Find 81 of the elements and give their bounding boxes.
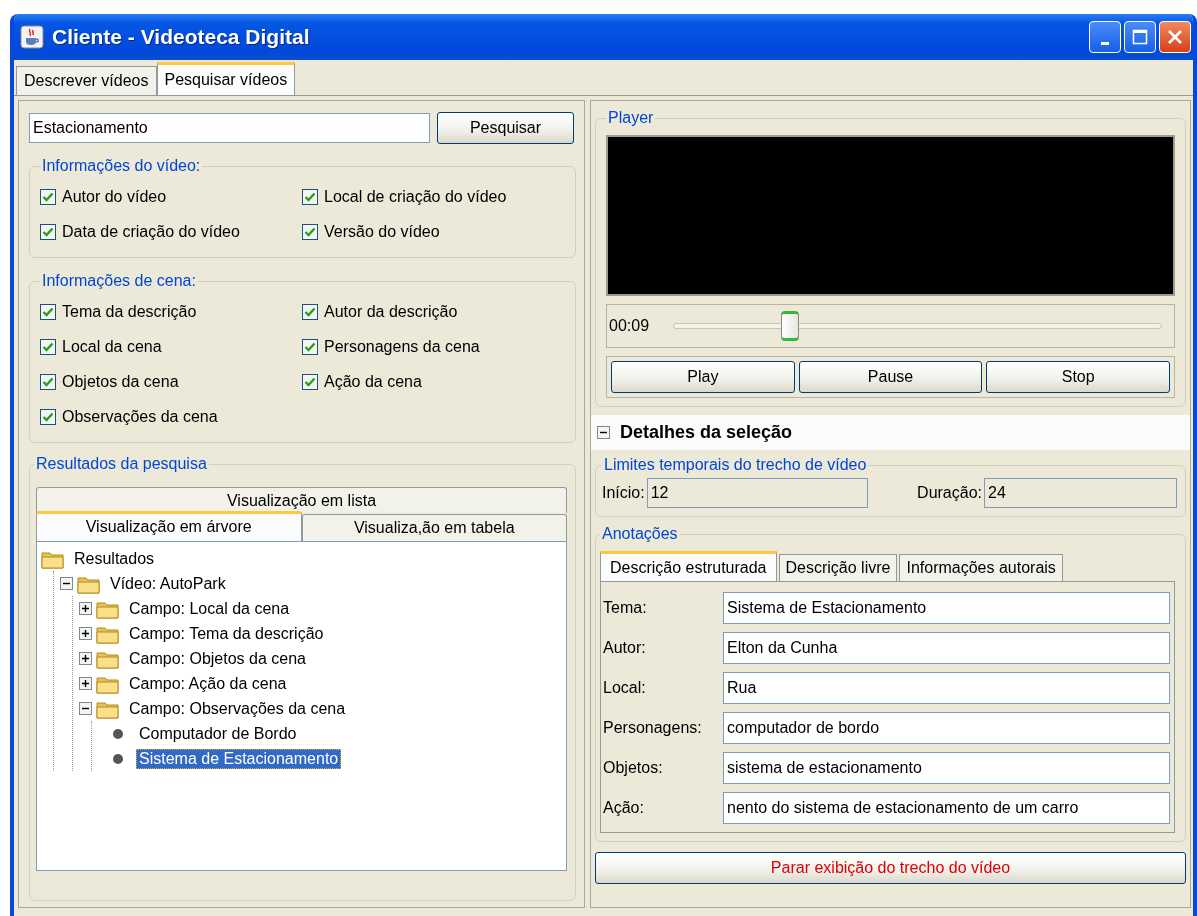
checkbox[interactable] (302, 188, 318, 205)
input-field[interactable]: sistema de estacionamento (723, 752, 1170, 784)
input-field[interactable]: computador de bordo (723, 712, 1170, 744)
checkbox-label: Observações da cena (62, 407, 218, 426)
checkbox-label: Ação da cena (324, 372, 422, 391)
checkbox-label: Autor do vídeo (62, 187, 167, 206)
tab[interactable]: Informações autorais (899, 554, 1063, 581)
search-button[interactable]: Pesquisar (437, 112, 574, 144)
group-title: Informações do vídeo: (41, 157, 202, 175)
bullet-icon (112, 752, 124, 765)
tab[interactable]: Visualização em árvore (36, 511, 302, 541)
group-title: Informações de cena: (41, 272, 197, 290)
maximize-icon (1132, 29, 1148, 45)
tree-item[interactable]: Campo: Observações da cena (126, 698, 349, 719)
input-field[interactable]: 12 (646, 478, 868, 508)
search-field[interactable]: Estacionamento (29, 113, 430, 143)
input-field[interactable]: Elton da Cunha (723, 632, 1170, 664)
tab[interactable]: Visualiza,ão em tabela (301, 514, 567, 541)
input-field[interactable]: Sistema de Estacionamento (723, 592, 1170, 624)
cup-icon (20, 25, 44, 49)
maximize-button[interactable] (1124, 21, 1156, 53)
seek-slider[interactable] (673, 311, 1162, 341)
input-field[interactable]: nento do sistema de estacionamento de um carro (723, 792, 1170, 824)
input-field[interactable]: Rua (723, 672, 1170, 704)
field-label: Tema: (603, 599, 648, 617)
tree-item[interactable]: Campo: Objetos da cena (126, 648, 309, 669)
group-title: Player (607, 109, 655, 127)
field-label: Ação: (603, 799, 645, 817)
checkbox-label: Local de criação do vídeo (324, 187, 507, 206)
group-title: Resultados da pesquisa (35, 455, 208, 473)
checkbox[interactable] (40, 338, 56, 355)
field-label: Autor: (603, 639, 647, 657)
tab[interactable]: Descrição livre (778, 554, 898, 581)
tab[interactable]: Visualização em lista (36, 487, 567, 513)
checkbox-label: Autor da descrição (324, 302, 458, 321)
minimize-button[interactable] (1089, 21, 1121, 53)
tab[interactable]: Descrição estruturada (600, 551, 777, 581)
close-icon (1167, 29, 1183, 45)
field-label: Início: (602, 484, 645, 502)
checkbox-label: Local da cena (62, 337, 162, 356)
input-field[interactable]: 24 (984, 478, 1177, 508)
tree-item[interactable]: Vídeo: AutoPark (107, 573, 229, 594)
group-title: Limites temporais do trecho de vídeo (603, 456, 868, 474)
close-button[interactable] (1159, 21, 1191, 53)
checkbox[interactable] (40, 408, 56, 425)
checkbox[interactable] (302, 303, 318, 320)
slider-thumb[interactable] (781, 311, 800, 341)
stop-button[interactable]: Parar exibição do trecho do vídeo (595, 852, 1186, 884)
field-label: Duração: (917, 484, 982, 502)
checkbox[interactable] (40, 303, 56, 320)
section-title: Detalhes da seleção (620, 422, 793, 443)
checkbox-label: Tema da descrição (62, 302, 197, 321)
tab[interactable]: Descrever vídeos (16, 66, 157, 95)
checkbox[interactable] (40, 188, 56, 205)
player-button[interactable]: Pause (798, 361, 983, 393)
checkbox-label: Data de criação do vídeo (62, 222, 240, 241)
tree-item[interactable]: Resultados (71, 548, 158, 569)
checkbox[interactable] (302, 373, 318, 390)
tree-item[interactable]: Computador de Bordo (136, 723, 300, 744)
time-label: 00:09 (609, 317, 651, 335)
field-label: Local: (603, 679, 647, 697)
checkbox[interactable] (40, 373, 56, 390)
tree-item[interactable]: Sistema de Estacionamento (136, 748, 342, 769)
tree-item[interactable]: Campo: Ação da cena (126, 673, 290, 694)
checkbox[interactable] (302, 223, 318, 240)
checkbox[interactable] (302, 338, 318, 355)
field-label: Personagens: (603, 719, 703, 737)
minimize-icon (1101, 41, 1109, 45)
group-title: Anotações (601, 525, 679, 543)
player-button[interactable]: Play (611, 361, 795, 393)
tree-item[interactable]: Campo: Tema da descrição (126, 623, 327, 644)
bullet-icon (112, 727, 124, 740)
window-title: Cliente - Videoteca Digital (52, 25, 310, 49)
field-label: Objetos: (603, 759, 664, 777)
tree-item[interactable]: Campo: Local da cena (126, 598, 293, 619)
checkbox-label: Personagens da cena (324, 337, 480, 356)
tab[interactable]: Pesquisar vídeos (156, 62, 296, 95)
checkbox[interactable] (40, 223, 56, 240)
checkbox-label: Objetos da cena (62, 372, 179, 391)
player-button[interactable]: Stop (986, 361, 1170, 393)
checkbox-label: Versão do vídeo (324, 222, 440, 241)
